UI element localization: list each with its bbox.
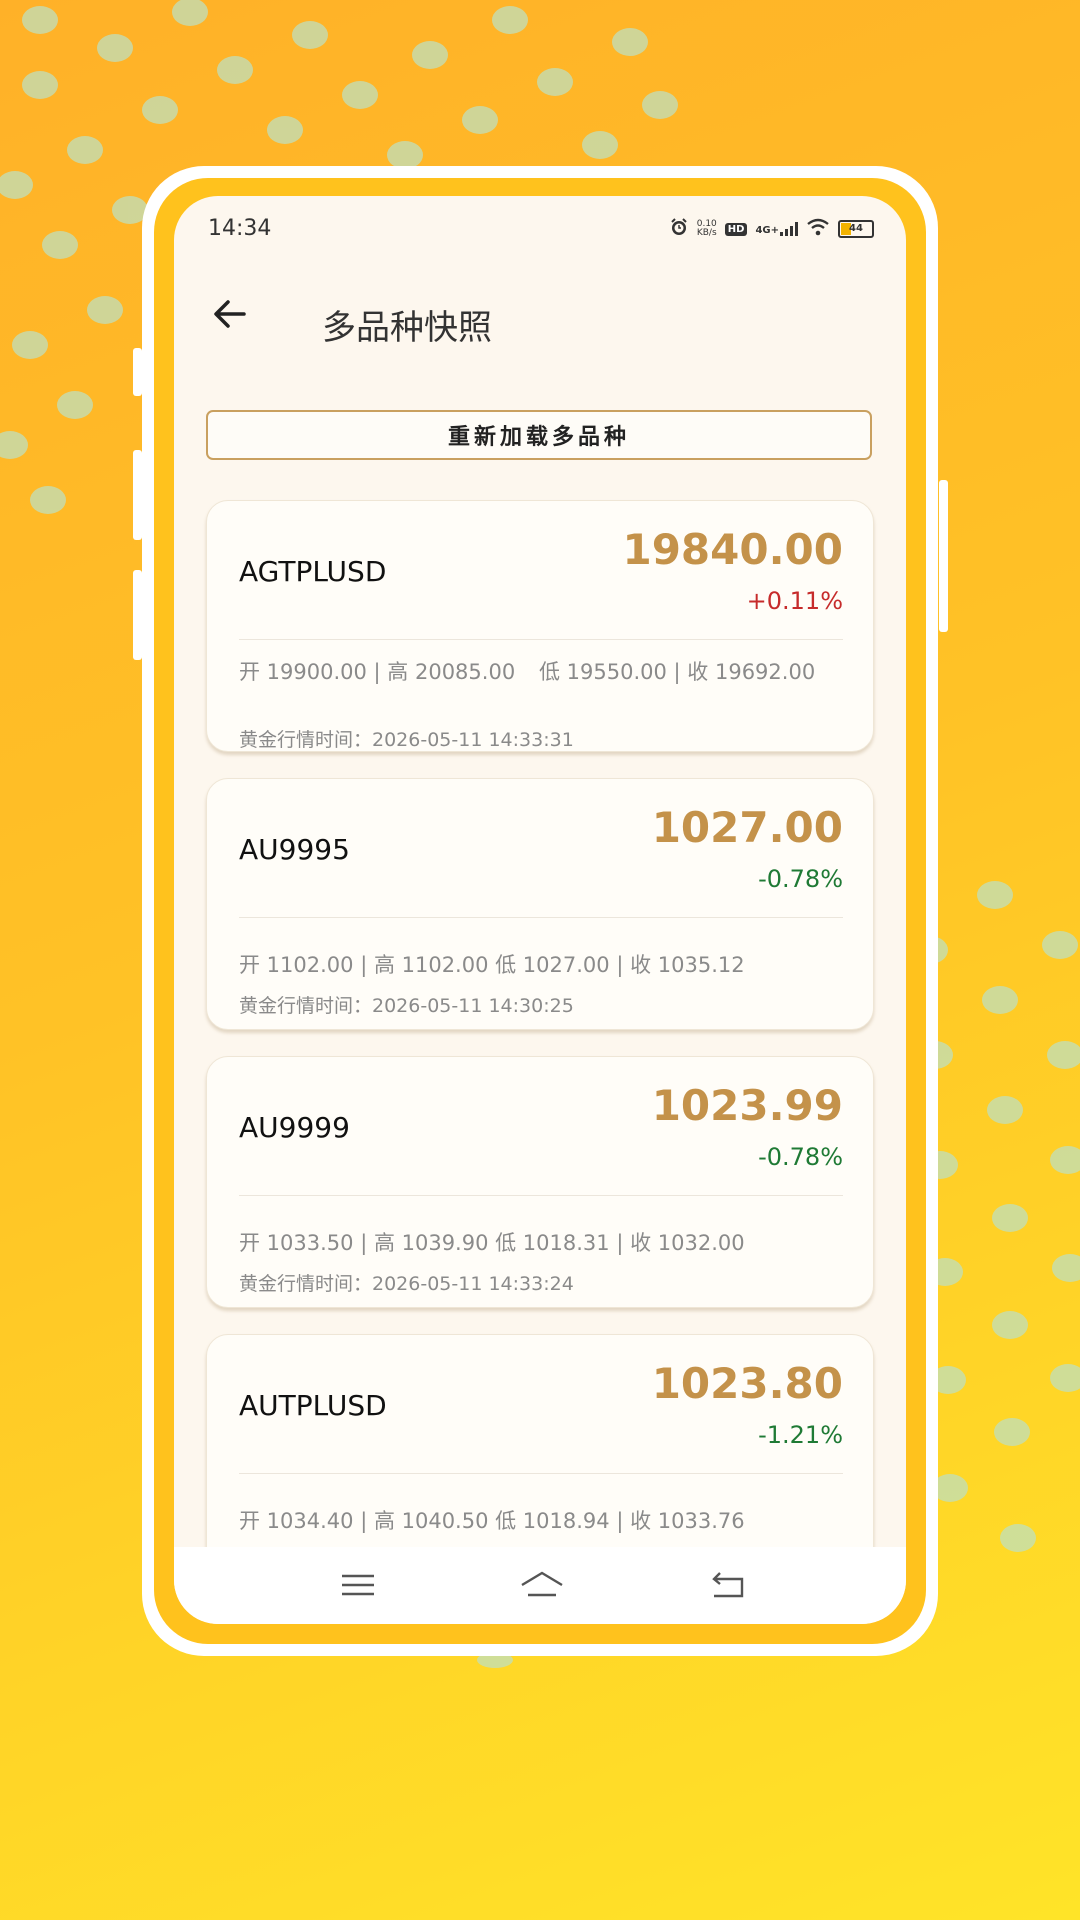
card-price: 1023.80 — [651, 1359, 843, 1408]
card-time: 黄金行情时间：2026-05-11 14:33:31 — [239, 729, 574, 751]
menu-nav-button[interactable] — [338, 1567, 378, 1603]
wifi-icon — [806, 218, 830, 240]
card-change: -0.78% — [758, 865, 843, 893]
card-symbol: AU9999 — [239, 1111, 350, 1144]
status-bar: 14:34 0.10 KB/s HD 4G+ 44 — [174, 196, 906, 266]
card-ohlc: 开 1034.40 | 高 1040.50 低 1018.94 | 收 1033… — [239, 1509, 745, 1533]
card-price: 19840.00 — [622, 525, 843, 574]
card-divider — [239, 1195, 843, 1196]
phone-side-button — [939, 480, 948, 632]
card-ohlc-open-high: 开 19900.00 | 高 20085.00 — [239, 660, 516, 684]
phone-side-button — [133, 570, 142, 660]
card-change: -0.78% — [758, 1143, 843, 1171]
card-divider — [239, 639, 843, 640]
card-ohlc: 开 1033.50 | 高 1039.90 低 1018.31 | 收 1032… — [239, 1231, 745, 1255]
card-time: 黄金行情时间：2026-05-11 14:33:24 — [239, 1273, 574, 1295]
card-divider — [239, 1473, 843, 1474]
navigation-bar — [174, 1547, 906, 1624]
back-button[interactable] — [208, 292, 252, 336]
status-icons: 0.10 KB/s HD 4G+ 44 — [669, 218, 874, 240]
quote-card[interactable]: AU9999 1023.99 -0.78% 开 1033.50 | 高 1039… — [206, 1056, 874, 1308]
card-ohlc: 开 1102.00 | 高 1102.00 低 1027.00 | 收 1035… — [239, 953, 745, 977]
back-nav-button[interactable] — [708, 1567, 748, 1603]
phone-side-button — [133, 348, 142, 396]
phone-screen: 14:34 0.10 KB/s HD 4G+ 44 多品种快照 重新加载多品种 … — [174, 196, 906, 1624]
card-price: 1023.99 — [651, 1081, 843, 1130]
card-change: +0.11% — [746, 587, 843, 615]
signal-4g-icon: 4G+ — [755, 222, 798, 236]
card-divider — [239, 917, 843, 918]
reload-button[interactable]: 重新加载多品种 — [206, 410, 872, 460]
quote-card[interactable]: AGTPLUSD 19840.00 +0.11% 开 19900.00 | 高 … — [206, 500, 874, 752]
battery-icon: 44 — [838, 220, 874, 238]
card-symbol: AGTPLUSD — [239, 555, 387, 588]
hd-icon: HD — [724, 222, 748, 236]
menu-icon — [342, 1574, 374, 1596]
card-ohlc-low-close: 低 19550.00 | 收 19692.00 — [539, 660, 816, 684]
page-title: 多品种快照 — [322, 308, 492, 348]
quote-card[interactable]: AU9995 1027.00 -0.78% 开 1102.00 | 高 1102… — [206, 778, 874, 1030]
card-price: 1027.00 — [651, 803, 843, 852]
card-symbol: AUTPLUSD — [239, 1389, 387, 1422]
home-icon — [521, 1571, 563, 1597]
card-change: -1.21% — [758, 1421, 843, 1449]
net-speed-indicator: 0.10 KB/s — [696, 219, 717, 238]
alarm-icon — [669, 217, 689, 241]
phone-side-button — [133, 450, 142, 540]
arrow-left-icon — [214, 300, 246, 328]
card-symbol: AU9995 — [239, 833, 350, 866]
quote-list: AGTPLUSD 19840.00 +0.11% 开 19900.00 | 高 … — [206, 500, 874, 1612]
home-nav-button[interactable] — [518, 1567, 566, 1603]
card-time: 黄金行情时间：2026-05-11 14:30:25 — [239, 995, 574, 1017]
status-time: 14:34 — [208, 216, 272, 241]
back-icon — [712, 1572, 744, 1598]
